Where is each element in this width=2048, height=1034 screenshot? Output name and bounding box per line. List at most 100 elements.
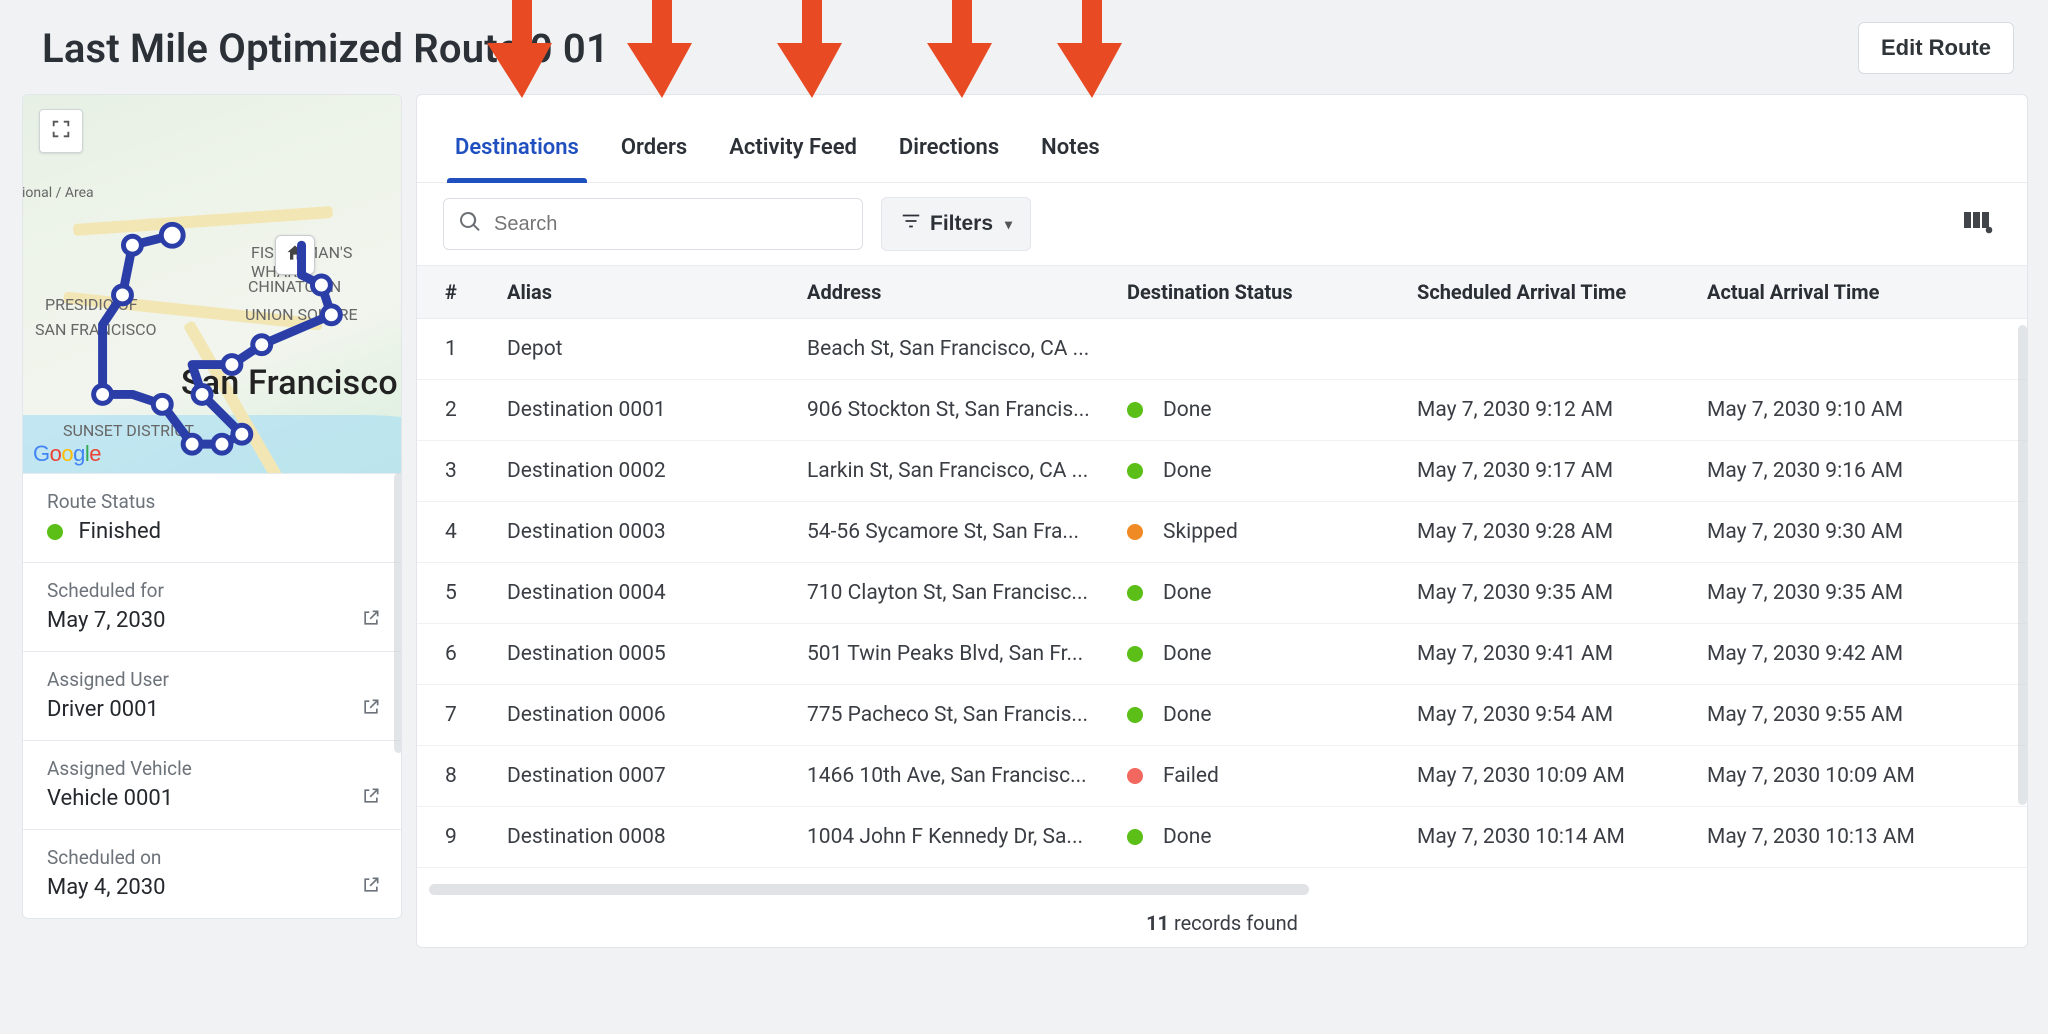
assigned-user-section: Assigned User Driver 0001 bbox=[23, 651, 401, 740]
tab-destinations[interactable]: Destinations bbox=[447, 125, 587, 182]
col-header-scheduled[interactable]: Scheduled Arrival Time bbox=[1407, 266, 1697, 319]
cell-alias: Destination 0005 bbox=[497, 624, 797, 685]
records-count: 11 bbox=[1146, 911, 1169, 935]
tab-orders[interactable]: Orders bbox=[613, 125, 695, 182]
cell-address: 1004 John F Kennedy Dr, Sa... bbox=[797, 807, 1117, 868]
assigned-user-label: Assigned User bbox=[47, 668, 381, 691]
cell-actual bbox=[1697, 319, 2027, 380]
search-icon bbox=[458, 210, 482, 239]
col-header-status[interactable]: Destination Status bbox=[1117, 266, 1407, 319]
scheduled-for-section: Scheduled for May 7, 2030 bbox=[23, 562, 401, 651]
table-row[interactable]: 1DepotBeach St, San Francisco, CA ... bbox=[417, 319, 2027, 380]
cell-scheduled: May 7, 2030 9:41 AM bbox=[1407, 624, 1697, 685]
cell-alias: Destination 0001 bbox=[497, 380, 797, 441]
columns-icon bbox=[1964, 210, 1994, 239]
map-sublabel-top: ional / Area bbox=[23, 185, 94, 201]
status-dot-icon bbox=[1127, 829, 1143, 845]
status-dot-icon bbox=[1127, 707, 1143, 723]
records-found: 11 records found bbox=[417, 905, 2027, 937]
status-text: Done bbox=[1163, 581, 1212, 605]
cell-status: Done bbox=[1117, 807, 1407, 868]
cell-number: 9 bbox=[417, 807, 497, 868]
external-link-icon[interactable] bbox=[361, 875, 381, 900]
cell-actual: May 7, 2030 9:10 AM bbox=[1697, 380, 2027, 441]
status-text: Done bbox=[1163, 825, 1212, 849]
col-header-alias[interactable]: Alias bbox=[497, 266, 797, 319]
column-settings-button[interactable] bbox=[1959, 207, 1999, 241]
search-input-wrap[interactable] bbox=[443, 198, 863, 250]
cell-actual: May 7, 2030 10:09 AM bbox=[1697, 746, 2027, 807]
edit-route-button[interactable]: Edit Route bbox=[1858, 22, 2014, 74]
external-link-icon[interactable] bbox=[361, 697, 381, 722]
assigned-vehicle-label: Assigned Vehicle bbox=[47, 757, 381, 780]
cell-number: 5 bbox=[417, 563, 497, 624]
route-map[interactable]: ional / Area FISHERMAN'S WHARF CHINATOWN… bbox=[23, 95, 401, 473]
status-dot-icon bbox=[1127, 524, 1143, 540]
status-dot-icon bbox=[47, 524, 63, 540]
col-header-number[interactable]: # bbox=[417, 266, 497, 319]
map-provider-badge: Google bbox=[33, 441, 101, 467]
status-text: Done bbox=[1163, 703, 1212, 727]
cell-status: Failed bbox=[1117, 746, 1407, 807]
horizontal-scrollbar[interactable] bbox=[429, 884, 1309, 895]
cell-address: 906 Stockton St, San Francis... bbox=[797, 380, 1117, 441]
cell-actual: May 7, 2030 9:16 AM bbox=[1697, 441, 2027, 502]
cell-actual: May 7, 2030 9:55 AM bbox=[1697, 685, 2027, 746]
external-link-icon[interactable] bbox=[361, 786, 381, 811]
filters-label: Filters bbox=[930, 212, 993, 236]
map-sublabel-wharf: FISHERMAN'S WHARF bbox=[251, 243, 401, 281]
col-header-actual[interactable]: Actual Arrival Time bbox=[1697, 266, 2027, 319]
cell-status: Done bbox=[1117, 685, 1407, 746]
external-link-icon[interactable] bbox=[361, 608, 381, 633]
search-input[interactable] bbox=[494, 213, 848, 236]
status-text: Skipped bbox=[1163, 520, 1238, 544]
table-row[interactable]: 6Destination 0005501 Twin Peaks Blvd, Sa… bbox=[417, 624, 2027, 685]
destinations-table: # Alias Address Destination Status Sched… bbox=[417, 265, 2027, 868]
map-fullscreen-button[interactable] bbox=[39, 109, 83, 153]
cell-address: 501 Twin Peaks Blvd, San Fr... bbox=[797, 624, 1117, 685]
cell-status: Done bbox=[1117, 380, 1407, 441]
scheduled-on-section: Scheduled on May 4, 2030 bbox=[23, 829, 401, 918]
table-toolbar: Filters ▾ bbox=[417, 183, 2027, 265]
table-row[interactable]: 7Destination 0006775 Pacheco St, San Fra… bbox=[417, 685, 2027, 746]
map-sublabel-chinatown: CHINATOWN bbox=[248, 277, 341, 296]
table-row[interactable]: 2Destination 0001906 Stockton St, San Fr… bbox=[417, 380, 2027, 441]
tab-notes[interactable]: Notes bbox=[1033, 125, 1108, 182]
table-header-row: # Alias Address Destination Status Sched… bbox=[417, 266, 2027, 319]
cell-address: 710 Clayton St, San Francisc... bbox=[797, 563, 1117, 624]
scheduled-on-label: Scheduled on bbox=[47, 846, 381, 869]
table-row[interactable]: 8Destination 00071466 10th Ave, San Fran… bbox=[417, 746, 2027, 807]
status-dot-icon bbox=[1127, 768, 1143, 784]
map-depot-marker[interactable] bbox=[275, 235, 315, 275]
table-row[interactable]: 3Destination 0002Larkin St, San Francisc… bbox=[417, 441, 2027, 502]
tabs-bar: Destinations Orders Activity Feed Direct… bbox=[417, 95, 2027, 183]
records-suffix: records found bbox=[1169, 911, 1298, 935]
home-icon bbox=[285, 243, 305, 268]
table-row[interactable]: 9Destination 00081004 John F Kennedy Dr,… bbox=[417, 807, 2027, 868]
cell-alias: Destination 0002 bbox=[497, 441, 797, 502]
col-header-address[interactable]: Address bbox=[797, 266, 1117, 319]
cell-alias: Destination 0006 bbox=[497, 685, 797, 746]
cell-status: Done bbox=[1117, 441, 1407, 502]
scheduled-for-value: May 7, 2030 bbox=[47, 608, 166, 633]
status-text: Failed bbox=[1163, 764, 1219, 788]
cell-status: Done bbox=[1117, 563, 1407, 624]
cell-number: 4 bbox=[417, 502, 497, 563]
map-sublabel-union: UNION SQUARE bbox=[245, 305, 358, 324]
tab-activity-feed[interactable]: Activity Feed bbox=[721, 125, 865, 182]
cell-alias: Destination 0004 bbox=[497, 563, 797, 624]
cell-address: Beach St, San Francisco, CA ... bbox=[797, 319, 1117, 380]
tab-directions[interactable]: Directions bbox=[891, 125, 1007, 182]
cell-scheduled: May 7, 2030 9:35 AM bbox=[1407, 563, 1697, 624]
sidebar-scrollbar[interactable] bbox=[394, 473, 402, 753]
vertical-scrollbar[interactable] bbox=[2018, 325, 2027, 805]
assigned-vehicle-value: Vehicle 0001 bbox=[47, 786, 173, 811]
filters-button[interactable]: Filters ▾ bbox=[881, 197, 1031, 251]
route-sidebar: ional / Area FISHERMAN'S WHARF CHINATOWN… bbox=[22, 94, 402, 919]
assigned-vehicle-section: Assigned Vehicle Vehicle 0001 bbox=[23, 740, 401, 829]
table-row[interactable]: 5Destination 0004710 Clayton St, San Fra… bbox=[417, 563, 2027, 624]
status-text: Done bbox=[1163, 459, 1212, 483]
table-row[interactable]: 4Destination 000354-56 Sycamore St, San … bbox=[417, 502, 2027, 563]
cell-status: Skipped bbox=[1117, 502, 1407, 563]
cell-number: 8 bbox=[417, 746, 497, 807]
